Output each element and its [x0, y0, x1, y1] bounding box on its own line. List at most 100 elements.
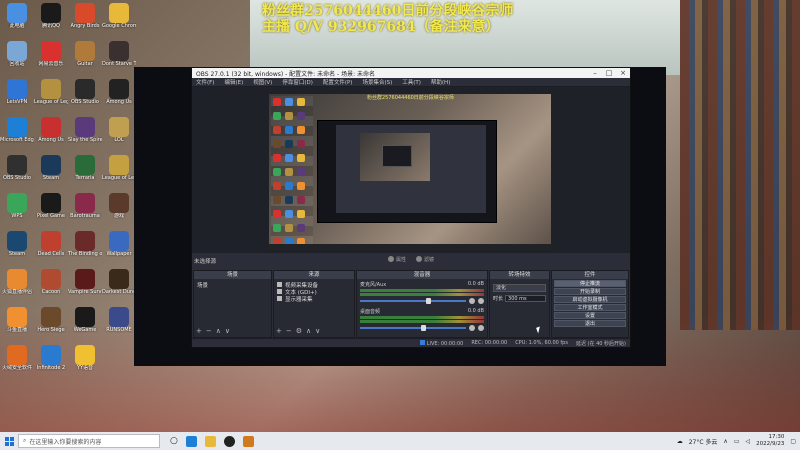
task-view-icon[interactable]: ○: [170, 436, 178, 446]
desktop-shortcut[interactable]: WeGame: [69, 304, 101, 342]
desktop-shortcut[interactable]: WPS: [1, 190, 33, 228]
control-button[interactable]: 退出: [554, 320, 626, 327]
remove-icon[interactable]: −: [286, 327, 292, 335]
desktop-shortcut[interactable]: League of Legends: [102, 152, 136, 190]
desktop-shortcut[interactable]: 斗鱼直播: [1, 304, 33, 342]
menu-item[interactable]: 工具(T): [402, 78, 421, 86]
desktop-shortcut-label: YY语音: [76, 365, 94, 371]
menu-item[interactable]: 配置文件(P): [323, 78, 353, 86]
add-icon[interactable]: +: [196, 327, 202, 335]
desktop-shortcut[interactable]: Wallpaper: [103, 228, 135, 266]
desktop-shortcut[interactable]: 游戏: [103, 190, 135, 228]
menu-item[interactable]: 编辑(E): [224, 78, 243, 86]
source-item[interactable]: 显示器采集: [277, 295, 351, 303]
move-up-icon[interactable]: ∧: [306, 327, 311, 335]
desktop-shortcut[interactable]: Slay the Spire: [68, 114, 102, 152]
weather-text[interactable]: 27°C 多云: [689, 437, 718, 446]
preview-canvas[interactable]: 粉丝群2576044460日前分段峡谷宗师: [269, 94, 551, 250]
maximize-icon[interactable]: □: [602, 69, 616, 77]
control-button[interactable]: 启动虚拟摄像机: [554, 296, 626, 303]
desktop-shortcut[interactable]: Microsoft Edge: [0, 114, 34, 152]
scene-item[interactable]: 场景: [197, 281, 268, 289]
desktop-shortcut-label: League of Legends: [102, 175, 136, 181]
volume-icon[interactable]: ◁: [746, 438, 751, 445]
move-down-icon[interactable]: ∨: [315, 327, 320, 335]
speaker-icon[interactable]: [469, 298, 475, 304]
volume-knob[interactable]: [425, 298, 431, 304]
desktop-shortcut[interactable]: Google Chrome: [102, 0, 136, 38]
gear-icon[interactable]: ⚙: [296, 327, 302, 335]
desktop-shortcut[interactable]: Terraria: [69, 152, 101, 190]
desktop-shortcut[interactable]: The Binding of Isaac: [68, 228, 102, 266]
edge-taskbar-icon[interactable]: [185, 435, 197, 447]
volume-knob[interactable]: [421, 325, 427, 331]
desktop-shortcut[interactable]: 网易云音乐: [35, 38, 67, 76]
control-button[interactable]: 停止推流: [554, 280, 626, 287]
notification-icon[interactable]: ▢: [790, 438, 796, 445]
transition-duration: 时长 300 ms: [493, 295, 546, 302]
desktop-shortcut[interactable]: OBS Studio: [1, 152, 33, 190]
desktop-shortcut[interactable]: Barotrauma: [69, 190, 101, 228]
desktop-shortcut[interactable]: Among Us: [103, 76, 135, 114]
control-button[interactable]: 开始录制: [554, 288, 626, 295]
desktop-shortcut-label: Hero Siege: [37, 327, 65, 333]
desktop-shortcut[interactable]: Vampire Survivors: [68, 266, 102, 304]
move-down-icon[interactable]: ∨: [225, 327, 230, 335]
speaker-icon[interactable]: [469, 325, 475, 331]
obs-taskbar-icon[interactable]: [223, 435, 235, 447]
remove-icon[interactable]: −: [206, 327, 212, 335]
chevron-up-icon[interactable]: ∧: [723, 438, 727, 445]
desktop-shortcut[interactable]: Cacoon: [35, 266, 67, 304]
menu-item[interactable]: 视图(V): [253, 78, 272, 86]
app-taskbar-icon[interactable]: [242, 435, 254, 447]
weather-icon[interactable]: ☁: [677, 438, 683, 445]
game-icon: [41, 269, 61, 289]
gear-icon[interactable]: [478, 325, 484, 331]
gear-icon[interactable]: [478, 298, 484, 304]
desktop-shortcut[interactable]: Guitar: [69, 38, 101, 76]
transition-select[interactable]: 淡化: [493, 284, 546, 292]
desktop-shortcut[interactable]: Dont Starve Together: [102, 38, 136, 76]
start-button[interactable]: [0, 432, 18, 450]
menu-item[interactable]: 场景集合(S): [362, 78, 392, 86]
volume-slider[interactable]: [360, 298, 466, 304]
desktop-shortcut[interactable]: Angry Birds: [69, 0, 101, 38]
minimize-icon[interactable]: –: [588, 69, 602, 77]
desktop-shortcut[interactable]: Pixel Game: [35, 190, 67, 228]
close-icon[interactable]: ×: [616, 69, 630, 77]
taskbar-clock[interactable]: 17:30 2022/9/23: [756, 434, 784, 448]
duration-input[interactable]: 300 ms: [505, 295, 546, 302]
desktop-shortcut[interactable]: League of Legends: [34, 76, 68, 114]
desktop-shortcut[interactable]: 腾讯QQ: [35, 0, 67, 38]
desktop-shortcut[interactable]: Dead Cells: [35, 228, 67, 266]
desktop-shortcut[interactable]: Darkest Dungeon: [102, 266, 136, 304]
desktop-shortcut[interactable]: 回收站: [1, 38, 33, 76]
move-up-icon[interactable]: ∧: [216, 327, 221, 335]
folder-taskbar-icon[interactable]: [204, 435, 216, 447]
add-icon[interactable]: +: [276, 327, 282, 335]
desktop-shortcut[interactable]: LOL: [103, 114, 135, 152]
menu-item[interactable]: 停靠窗口(D): [282, 78, 313, 86]
filters-button[interactable]: 滤镜: [416, 256, 434, 263]
properties-button[interactable]: 属性: [387, 256, 406, 263]
desktop-shortcut[interactable]: OBS Studio: [69, 76, 101, 114]
desktop-shortcut[interactable]: Among Us: [35, 114, 67, 152]
desktop-shortcut[interactable]: 此电脑: [1, 0, 33, 38]
menu-item[interactable]: 帮助(H): [431, 78, 450, 86]
menu-item[interactable]: 文件(F): [196, 78, 214, 86]
desktop-shortcut[interactable]: 火绒安全软件: [1, 342, 33, 380]
control-button[interactable]: 设置: [554, 312, 626, 319]
network-icon[interactable]: ▭: [734, 438, 740, 445]
desktop-shortcut[interactable]: Steam: [1, 228, 33, 266]
desktop-shortcut[interactable]: 火狐直播伴侣: [1, 266, 33, 304]
obs-titlebar[interactable]: OBS 27.0.1 (32 bit, windows) - 配置文件: 未命名…: [192, 68, 630, 78]
desktop-shortcut[interactable]: Steam: [35, 152, 67, 190]
desktop-shortcut[interactable]: LetsVPN: [1, 76, 33, 114]
desktop-shortcut[interactable]: Hero Siege: [35, 304, 67, 342]
control-button[interactable]: 工作室模式: [554, 304, 626, 311]
desktop-shortcut[interactable]: Infinitode 2: [35, 342, 67, 380]
volume-slider[interactable]: [360, 325, 466, 331]
taskbar-search[interactable]: ⌕ 在这里输入你要搜索的内容: [18, 434, 160, 448]
desktop-shortcut[interactable]: RUNSOME: [103, 304, 135, 342]
desktop-shortcut[interactable]: YY语音: [69, 342, 101, 380]
